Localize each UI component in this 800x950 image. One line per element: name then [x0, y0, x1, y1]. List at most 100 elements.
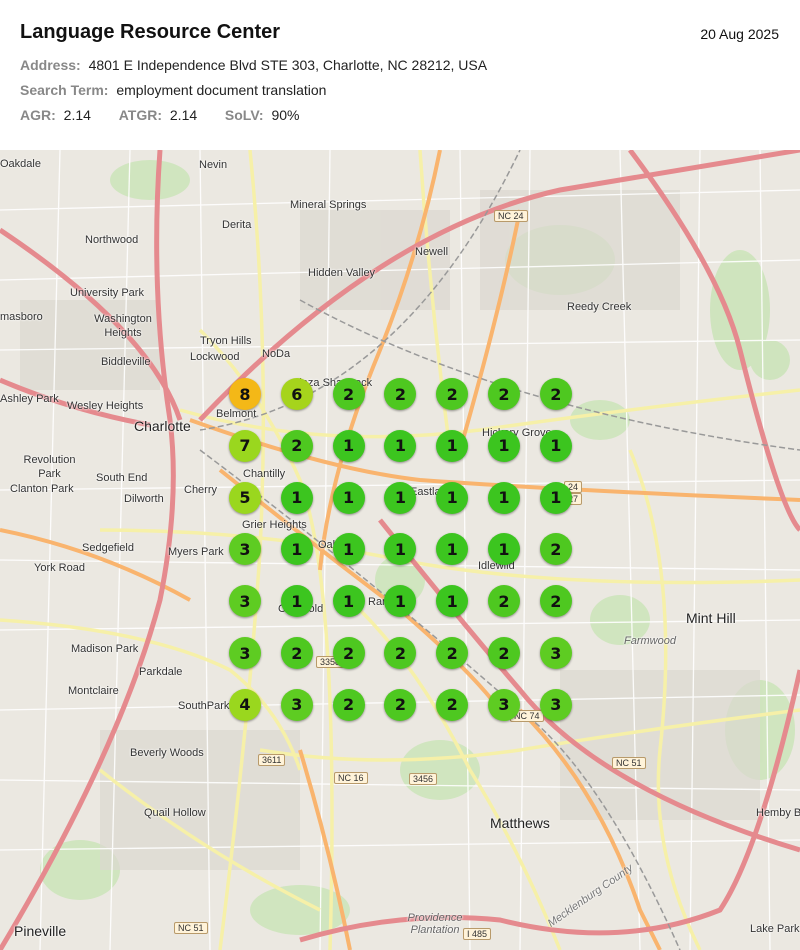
rank-pin[interactable]: 1 — [436, 429, 469, 462]
place-label: Quail Hollow — [144, 807, 206, 819]
place-label: Tryon Hills — [200, 335, 252, 347]
place-label: Newell — [415, 246, 449, 258]
rank-pin[interactable]: 2 — [332, 637, 365, 669]
rank-pin[interactable]: 2 — [280, 637, 313, 669]
search-term-label: Search Term: — [20, 82, 109, 98]
rank-pin[interactable]: 4 — [229, 688, 261, 721]
place-label: Madison Park — [71, 643, 139, 655]
map-canvas[interactable]: Oakdale Nevin Mineral Springs Derita Nor… — [0, 150, 800, 950]
place-label: Lake Park — [750, 923, 800, 935]
place-label: masboro — [0, 311, 43, 323]
rank-pin[interactable]: 1 — [488, 481, 520, 514]
rank-pin[interactable]: 2 — [436, 378, 469, 410]
rank-pin[interactable]: 1 — [384, 481, 417, 514]
place-label: Washington Heights — [94, 313, 152, 339]
rank-pin[interactable]: 1 — [539, 429, 572, 462]
report-date: 20 Aug 2025 — [700, 26, 779, 42]
place-label: Nevin — [199, 159, 228, 171]
rank-pin[interactable]: 7 — [229, 429, 261, 462]
place-label: Pineville — [14, 923, 67, 939]
place-label: Wesley Heights — [67, 400, 144, 412]
route-shield: I 485 — [463, 928, 492, 940]
rank-pin[interactable]: 2 — [436, 688, 469, 721]
rank-pin[interactable]: 3 — [488, 688, 520, 721]
rank-pin[interactable]: 2 — [488, 585, 520, 618]
place-label: Ashley Park — [0, 393, 59, 405]
route-shield: NC 16 — [334, 772, 368, 784]
search-term-row: Search Term: employment document transla… — [20, 82, 326, 98]
rank-pin[interactable]: 6 — [280, 378, 313, 410]
business-title: Language Resource Center — [20, 21, 281, 43]
rank-pin[interactable]: 1 — [280, 533, 313, 566]
place-label: Biddleville — [101, 356, 151, 368]
rank-pin[interactable]: 2 — [436, 637, 469, 669]
rank-pin[interactable]: 3 — [229, 585, 261, 618]
route-shield: NC 51 — [174, 922, 208, 934]
rank-pin[interactable]: 2 — [332, 688, 365, 721]
route-shield: NC 24 — [494, 210, 528, 222]
rank-pin[interactable]: 1 — [332, 585, 365, 618]
rank-pin[interactable]: 2 — [488, 378, 520, 410]
rank-pin[interactable]: 1 — [488, 429, 520, 462]
agr-label: AGR: — [20, 107, 56, 123]
rank-pin[interactable]: 2 — [539, 585, 572, 618]
solv-label: SoLV: — [224, 107, 264, 123]
place-label: Reedy Creek — [567, 301, 632, 313]
rank-pin[interactable]: 1 — [280, 481, 313, 514]
rank-pin[interactable]: 3 — [280, 688, 313, 721]
place-label: Northwood — [85, 234, 139, 246]
place-label: Oakdale — [0, 158, 41, 170]
place-label: Chantilly — [243, 468, 286, 480]
address-label: Address: — [20, 57, 81, 73]
rank-pin[interactable]: 2 — [539, 533, 572, 566]
atgr-label: ATGR: — [118, 107, 162, 123]
place-label: SouthPark — [178, 700, 230, 712]
place-label: Montclaire — [68, 685, 119, 697]
place-label: Cherry — [184, 484, 218, 496]
place-label: Mineral Springs — [290, 199, 367, 211]
rank-pin[interactable]: 2 — [332, 378, 365, 410]
rank-pin[interactable]: 5 — [229, 481, 261, 514]
place-label: Revolution Park — [23, 454, 76, 480]
place-label: Hemby Br — [756, 807, 800, 819]
rank-pin[interactable]: 1 — [332, 533, 365, 566]
search-term-value: employment document translation — [116, 82, 327, 98]
rank-pin[interactable]: 2 — [280, 429, 313, 462]
route-shield: 3456 — [409, 773, 438, 785]
place-label: NoDa — [262, 348, 291, 360]
metrics-row: AGR: 2.14 ATGR: 2.14 SoLV: 90% — [20, 107, 299, 123]
rank-pin[interactable]: 1 — [539, 481, 572, 514]
place-label: Derita — [222, 219, 252, 231]
rank-pin[interactable]: 2 — [488, 637, 520, 669]
rank-pin[interactable]: 3 — [229, 637, 261, 669]
rank-pin[interactable]: 3 — [539, 637, 572, 669]
place-label: University Park — [70, 287, 144, 299]
atgr-value: 2.14 — [169, 107, 198, 123]
rank-pin[interactable]: 1 — [332, 481, 365, 514]
place-label: Clanton Park — [10, 483, 74, 495]
place-label: Providence Plantation — [407, 912, 463, 936]
place-label: Charlotte — [134, 418, 191, 434]
place-label: Grier Heights — [242, 519, 307, 531]
rank-pin[interactable]: 1 — [280, 585, 313, 618]
address-value: 4801 E Independence Blvd STE 303, Charlo… — [88, 57, 488, 73]
place-label: Sedgefield — [82, 542, 134, 554]
rank-pin[interactable]: 1 — [384, 429, 417, 462]
place-label: Belmont — [216, 408, 257, 420]
rank-pin[interactable]: 3 — [539, 688, 572, 721]
rank-pin[interactable]: 1 — [436, 481, 469, 514]
route-shield: 3611 — [258, 754, 286, 766]
rank-pin[interactable]: 2 — [539, 378, 572, 410]
place-label: Matthews — [490, 815, 550, 831]
rank-pin[interactable]: 8 — [229, 378, 261, 410]
place-label: Beverly Woods — [130, 747, 204, 759]
place-label: York Road — [34, 562, 85, 574]
agr-value: 2.14 — [63, 107, 91, 123]
place-label: Hidden Valley — [308, 267, 376, 279]
place-label: South End — [96, 472, 148, 484]
place-label: Lockwood — [190, 351, 240, 363]
place-label: Myers Park — [168, 546, 224, 558]
address-row: Address: 4801 E Independence Blvd STE 30… — [20, 57, 487, 73]
rank-pin[interactable]: 2 — [384, 688, 417, 721]
rank-pin[interactable]: 1 — [332, 429, 365, 462]
